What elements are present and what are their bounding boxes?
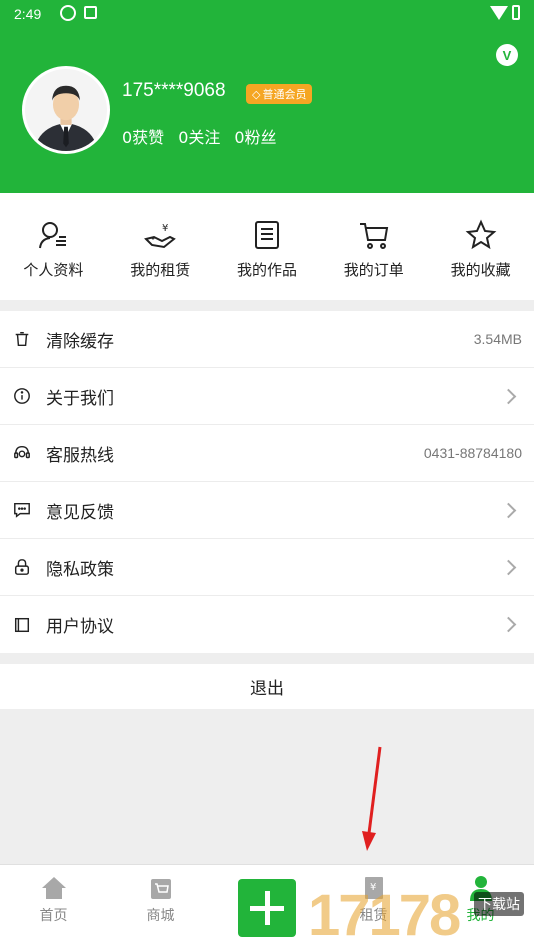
quick-item-label: 个人资料 [23, 261, 84, 279]
user-profile-icon [39, 222, 67, 249]
settings-list: 清除缓存 3.54MB 关于我们 客服热线 0431-88784180 意见反馈… [0, 311, 534, 653]
headset-icon [12, 443, 32, 463]
row-clear-cache[interactable]: 清除缓存 3.54MB [0, 311, 534, 368]
trash-icon [12, 329, 32, 349]
sync-status-icon [60, 5, 76, 21]
quick-item-label: 我的收藏 [450, 261, 511, 279]
avatar[interactable] [22, 66, 110, 154]
quick-item-label: 我的订单 [343, 261, 404, 279]
watermark-logo: 17178 [308, 883, 461, 948]
quick-item-orders[interactable]: 我的订单 [320, 193, 427, 300]
works-icon [254, 221, 279, 249]
cache-size: 3.54MB [473, 331, 522, 347]
member-label: 普通会员 [262, 88, 307, 101]
rent-icon: ¥ [144, 223, 177, 249]
home-icon [41, 877, 66, 899]
logout-button[interactable]: 退出 [0, 664, 534, 709]
tab-label: 首页 [39, 908, 68, 924]
verified-badge-icon[interactable]: V [496, 44, 518, 66]
lock-icon [12, 557, 32, 577]
chevron-right-icon [500, 388, 517, 404]
quick-item-profile[interactable]: 个人资料 [0, 193, 107, 300]
row-about[interactable]: 关于我们 [0, 368, 534, 425]
quick-item-label: 我的作品 [236, 261, 297, 279]
chevron-right-icon [500, 616, 517, 633]
fans-count[interactable]: 0粉丝 [234, 124, 276, 148]
row-label: 清除缓存 [46, 331, 114, 352]
star-icon [465, 219, 496, 250]
battery-icon [512, 5, 520, 20]
status-bar: 2:49 [0, 0, 534, 28]
svg-text:¥: ¥ [162, 223, 168, 234]
watermark-label: 下载站 [474, 892, 524, 916]
profile-header: 2:49 V 175****9068 ◇ 普通会员 0获赞 0关注 0粉丝 [0, 0, 534, 193]
book-icon [12, 615, 32, 635]
shop-icon [150, 879, 171, 899]
cart-icon [359, 223, 388, 249]
row-label: 意见反馈 [46, 502, 114, 523]
quick-item-label: 我的租赁 [130, 261, 191, 279]
chevron-right-icon [500, 502, 517, 518]
feedback-icon [12, 500, 32, 520]
following-count[interactable]: 0关注 [178, 124, 220, 148]
arrow-annotation-icon [362, 746, 382, 851]
diamond-icon: ◇ [252, 87, 261, 101]
likes-count[interactable]: 0获赞 [122, 124, 164, 148]
tab-home[interactable]: 首页 [0, 865, 107, 950]
hotline-number: 0431-88784180 [423, 445, 522, 461]
wifi-icon [490, 6, 508, 20]
tab-label: 商城 [146, 908, 175, 924]
row-label: 关于我们 [46, 388, 114, 409]
add-button[interactable] [238, 879, 296, 937]
row-hotline[interactable]: 客服热线 0431-88784180 [0, 425, 534, 482]
row-agreement[interactable]: 用户协议 [0, 596, 534, 653]
info-icon [12, 386, 32, 406]
quick-menu: 个人资料 ¥ 我的租赁 我的作品 我的订单 我的收藏 [0, 193, 534, 300]
row-feedback[interactable]: 意见反馈 [0, 482, 534, 539]
row-label: 客服热线 [46, 445, 114, 466]
member-badge: ◇ 普通会员 [246, 84, 313, 104]
quick-item-rent[interactable]: ¥ 我的租赁 [107, 193, 214, 300]
tab-shop[interactable]: 商城 [107, 865, 214, 950]
quick-item-works[interactable]: 我的作品 [214, 193, 321, 300]
row-label: 隐私政策 [46, 559, 114, 580]
row-label: 用户协议 [46, 617, 114, 637]
tab-add[interactable] [214, 865, 320, 950]
notification-status-icon [84, 6, 97, 19]
quick-item-favorites[interactable]: 我的收藏 [427, 193, 534, 300]
profile-stats: 0获赞 0关注 0粉丝 [122, 124, 277, 148]
row-privacy[interactable]: 隐私政策 [0, 539, 534, 596]
status-time: 2:49 [14, 6, 42, 22]
chevron-right-icon [500, 559, 517, 575]
username: 175****9068 [122, 80, 226, 101]
